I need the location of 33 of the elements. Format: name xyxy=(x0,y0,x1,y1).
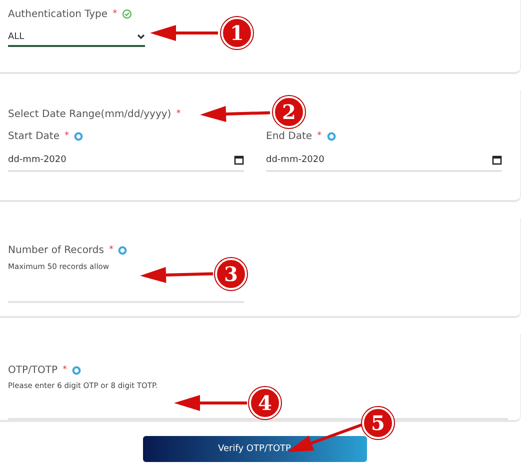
required-mark: * xyxy=(317,131,322,141)
section-label: Select Date Range(mm/dd/yyyy) xyxy=(8,108,172,120)
arrow-icon xyxy=(140,267,214,284)
date-field[interactable]: dd-mm-2020 xyxy=(8,150,244,172)
field-label: OTP/TOTP xyxy=(8,364,58,376)
field-label: Number of Records xyxy=(8,244,104,256)
step-number: 1 xyxy=(221,17,253,49)
arrow-icon xyxy=(200,106,270,122)
date-field[interactable]: dd-mm-2020 xyxy=(266,150,502,172)
step-number: 2 xyxy=(273,96,305,128)
info-icon xyxy=(74,132,84,140)
info-icon xyxy=(118,246,128,254)
info-icon xyxy=(72,366,81,375)
info-icon xyxy=(326,132,336,140)
field-label: Authentication Type xyxy=(8,8,108,20)
calendar-icon[interactable] xyxy=(234,155,244,165)
verify-button[interactable]: Verify OTP/TOTP xyxy=(142,436,366,462)
field-label: End Date xyxy=(266,130,312,142)
required-mark: * xyxy=(108,245,114,255)
step-number: 4 xyxy=(249,387,281,419)
caret-icon xyxy=(137,34,145,40)
field-label: Start Date xyxy=(8,130,60,142)
calendar-icon[interactable] xyxy=(492,155,502,165)
step-number: 3 xyxy=(215,258,247,290)
check-icon xyxy=(122,9,132,19)
required-mark: * xyxy=(112,9,118,19)
arrow-icon xyxy=(174,395,247,411)
required-mark: * xyxy=(176,109,181,119)
authentication-select[interactable]: ALL xyxy=(8,28,145,47)
step-number: 5 xyxy=(362,407,394,439)
required-mark: * xyxy=(62,365,67,376)
required-mark: * xyxy=(64,131,70,141)
arrow-icon xyxy=(150,25,218,41)
